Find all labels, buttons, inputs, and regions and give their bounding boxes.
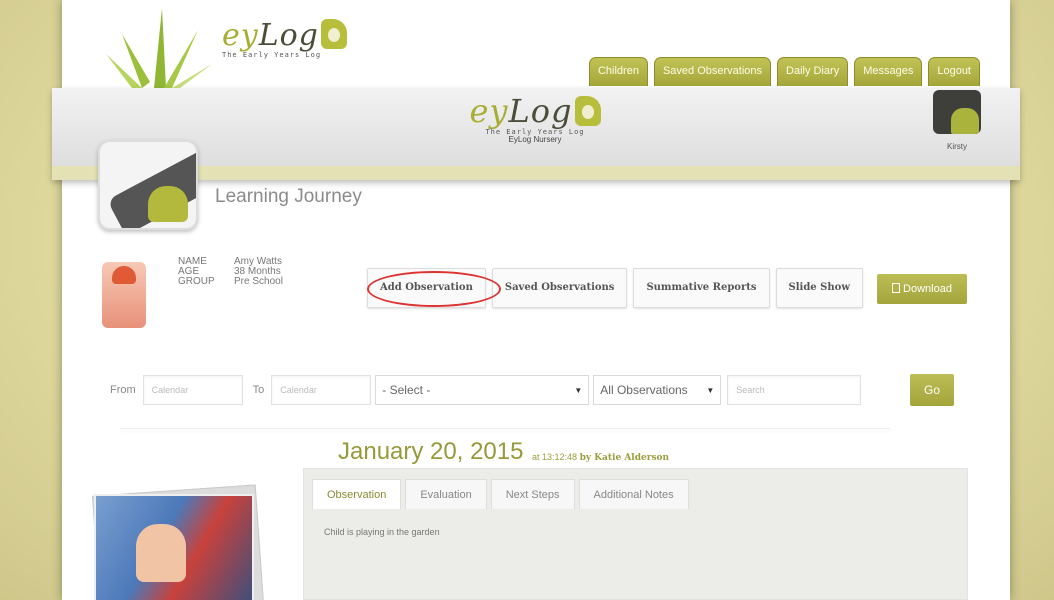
from-date-input[interactable]: Calendar [142, 375, 243, 405]
tab-observation[interactable]: Observation [312, 479, 402, 509]
summative-reports-button[interactable]: Summative Reports [633, 268, 770, 308]
page-container: eyLog The Early Years Log Children Saved… [52, 0, 1020, 600]
logo-text: Log [258, 18, 319, 53]
user-profile[interactable]: Kirsty [928, 90, 986, 151]
photo-front [94, 494, 254, 600]
action-buttons: Add Observation Saved Observations Summa… [367, 268, 863, 308]
from-label: From [110, 384, 136, 396]
download-label: Download [903, 283, 952, 295]
user-name: Kirsty [947, 142, 967, 151]
download-icon [892, 283, 901, 293]
center-logo-prefix: ey [469, 92, 509, 130]
tab-additional-notes[interactable]: Additional Notes [578, 479, 689, 509]
saved-observations-button[interactable]: Saved Observations [491, 268, 628, 308]
group-label: GROUP [178, 276, 215, 287]
observation-type-select[interactable]: All Observations ▼ [593, 375, 722, 405]
entry-author: by Katie Alderson [579, 453, 670, 463]
center-logo-badge-icon [574, 96, 601, 126]
add-observation-button[interactable]: Add Observation [367, 268, 486, 308]
slide-show-button[interactable]: Slide Show [775, 268, 863, 308]
tab-evaluation[interactable]: Evaluation [405, 479, 487, 509]
entry-time: at 13:12:48 [532, 452, 578, 462]
nursery-name: EyLog Nursery [508, 135, 562, 144]
observation-photo[interactable] [92, 484, 264, 600]
page-title: Learning Journey [215, 186, 362, 207]
to-date-input[interactable]: Calendar [271, 375, 372, 405]
nav-tab-children[interactable]: Children [588, 57, 648, 86]
header-logo[interactable]: eyLog The Early Years Log [222, 18, 347, 59]
caret-down-icon: ▼ [706, 385, 715, 395]
nav-tab-logout[interactable]: Logout [928, 57, 980, 86]
download-button[interactable]: Download [877, 274, 967, 304]
learning-journey-icon [98, 140, 198, 230]
entry-meta: at 13:12:48 by Katie Alderson [532, 452, 669, 463]
to-label: To [252, 384, 265, 396]
observation-panel: Observation Evaluation Next Steps Additi… [303, 468, 968, 600]
logo-badge-icon [320, 19, 347, 49]
nav-tab-messages[interactable]: Messages [854, 57, 923, 86]
observation-type-value: All Observations [600, 383, 688, 397]
go-button[interactable]: Go [910, 374, 954, 406]
section-divider [120, 428, 890, 429]
tab-next-steps[interactable]: Next Steps [490, 479, 575, 509]
category-select-value: - Select - [382, 383, 431, 397]
caret-down-icon: ▼ [574, 385, 583, 395]
child-group: Pre School [234, 276, 283, 287]
observation-text: Child is playing in the garden [324, 527, 440, 537]
child-info: NAME Amy Watts AGE 38 Months GROUP Pre Scho… [178, 257, 283, 287]
user-avatar[interactable] [933, 90, 981, 134]
category-select[interactable]: - Select - ▼ [375, 375, 590, 405]
center-logo-text: Log [508, 92, 573, 130]
top-header: eyLog The Early Years Log Children Saved… [62, 0, 1010, 88]
entry-date: January 20, 2015 [338, 438, 524, 465]
center-logo: eyLog The Early Years Log EyLog Nursery [460, 92, 610, 144]
filter-bar: From Calendar To Calendar - Select - ▼ Al… [110, 374, 862, 406]
main-nav: Children Saved Observations Daily Diary … [588, 57, 980, 86]
observation-tabs: Observation Evaluation Next Steps Additi… [312, 479, 689, 509]
search-input[interactable]: Search [727, 375, 862, 405]
child-avatar[interactable] [102, 262, 146, 328]
logo-prefix: ey [222, 18, 259, 53]
nav-tab-saved-observations[interactable]: Saved Observations [653, 57, 772, 86]
grass-decoration [106, 8, 212, 88]
nav-tab-daily-diary[interactable]: Daily Diary [777, 57, 849, 86]
